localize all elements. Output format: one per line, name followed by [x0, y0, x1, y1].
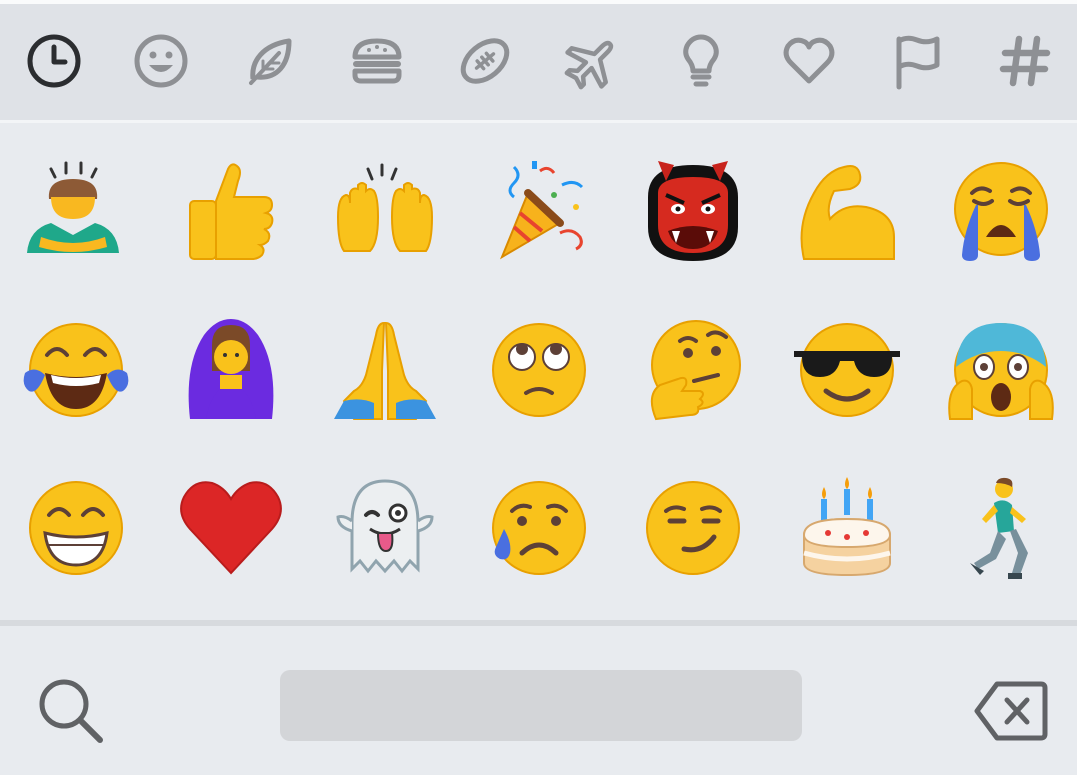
smirking-face-icon: [646, 481, 740, 575]
ogre-icon: [648, 161, 738, 261]
clock-icon: [27, 34, 81, 88]
emoji-person-running[interactable]: [941, 468, 1061, 588]
emoji-folded-hands[interactable]: [325, 310, 445, 430]
emoji-smiling-face-with-sunglasses[interactable]: [787, 310, 907, 430]
category-objects-tab[interactable]: [671, 31, 731, 91]
space-bar[interactable]: [280, 670, 802, 741]
category-smileys-tab[interactable]: [131, 31, 191, 91]
emoji-grid: [0, 123, 1077, 620]
category-food-tab[interactable]: [347, 31, 407, 91]
face-screaming-in-fear-icon: [948, 323, 1054, 420]
emoji-category-bar: [0, 4, 1077, 120]
emoji-red-heart[interactable]: [171, 468, 291, 588]
face-with-tears-of-joy-icon: [23, 323, 129, 417]
emoji-raising-hands[interactable]: [325, 152, 445, 272]
loudly-crying-face-icon: [954, 162, 1048, 261]
smiling-face-with-sunglasses-icon: [794, 323, 900, 417]
emoji-person-bowing[interactable]: [16, 152, 136, 272]
emoji-face-screaming-in-fear[interactable]: [941, 310, 1061, 430]
emoji-party-popper[interactable]: [479, 152, 599, 272]
folded-hands-icon: [334, 321, 436, 420]
flexed-biceps-icon: [800, 165, 895, 260]
face-with-rolling-eyes-icon: [492, 323, 586, 417]
person-running-icon: [970, 477, 1028, 579]
search-icon: [39, 679, 103, 743]
emoji-sad-but-relieved-face[interactable]: [479, 468, 599, 588]
emoji-bottom-bar: [0, 626, 1077, 775]
category-flags-tab[interactable]: [887, 31, 947, 91]
category-hashtag-tab[interactable]: [995, 31, 1055, 91]
backspace-icon: [974, 681, 1048, 741]
flag-icon: [896, 35, 940, 90]
leaf-icon: [249, 38, 292, 85]
search-button[interactable]: [28, 668, 114, 754]
red-heart-icon: [180, 481, 282, 575]
beaming-face-with-smiling-eyes-icon: [29, 481, 123, 575]
sad-but-relieved-face-icon: [492, 481, 586, 575]
emoji-flexed-biceps[interactable]: [787, 152, 907, 272]
category-activities-tab[interactable]: [455, 31, 515, 91]
thinking-face-icon: [650, 320, 741, 421]
smiley-icon: [134, 34, 188, 88]
category-nature-tab[interactable]: [239, 31, 299, 91]
person-bowing-icon: [27, 161, 119, 253]
category-travel-tab[interactable]: [563, 31, 623, 91]
lightbulb-icon: [683, 34, 719, 87]
birthday-cake-icon: [802, 477, 892, 577]
emoji-face-with-rolling-eyes[interactable]: [479, 310, 599, 430]
category-symbols-tab[interactable]: [779, 31, 839, 91]
emoji-thinking-face[interactable]: [633, 310, 753, 430]
emoji-smirking-face[interactable]: [633, 468, 753, 588]
backspace-button[interactable]: [966, 668, 1056, 754]
party-popper-icon: [499, 161, 584, 260]
emoji-ghost[interactable]: [325, 468, 445, 588]
football-icon: [460, 38, 510, 84]
heart-outline-icon: [783, 37, 835, 84]
woman-gesturing-ok-icon: [188, 319, 274, 419]
ghost-icon: [336, 479, 434, 574]
emoji-face-with-tears-of-joy[interactable]: [16, 310, 136, 430]
raising-hands-icon: [336, 163, 434, 252]
hashtag-icon: [999, 35, 1051, 87]
emoji-loudly-crying-face[interactable]: [941, 152, 1061, 272]
category-recent-tab[interactable]: [24, 31, 84, 91]
airplane-icon: [564, 40, 614, 90]
emoji-ogre[interactable]: [633, 152, 753, 272]
emoji-thumbs-up[interactable]: [171, 152, 291, 272]
emoji-woman-gesturing-ok[interactable]: [171, 310, 291, 430]
burger-icon: [352, 38, 402, 84]
emoji-birthday-cake[interactable]: [787, 468, 907, 588]
thumbs-up-icon: [189, 163, 274, 260]
emoji-beaming-face-with-smiling-eyes[interactable]: [16, 468, 136, 588]
